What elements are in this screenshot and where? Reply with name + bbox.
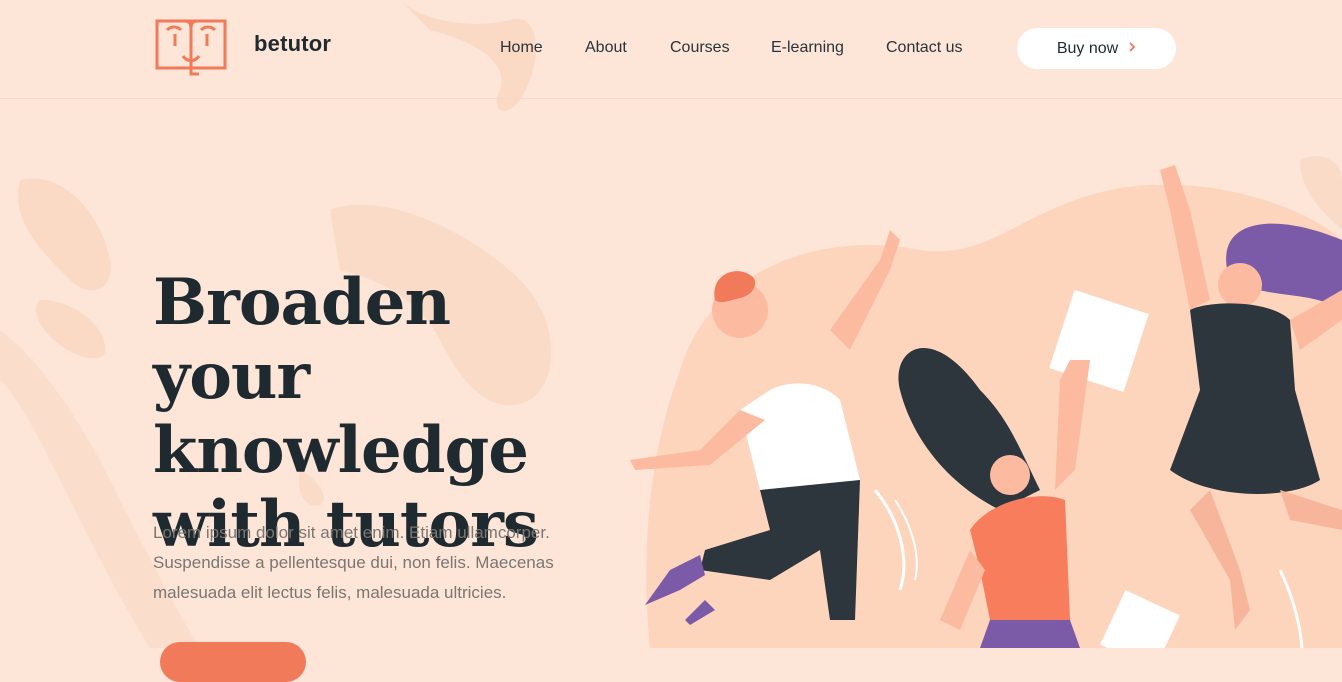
hero-description: Lorem ipsum dolor sit amet enim. Etiam u… bbox=[153, 523, 554, 602]
nav-item-contact-us[interactable]: Contact us bbox=[886, 39, 962, 57]
buy-now-button[interactable]: Buy now bbox=[1017, 28, 1176, 69]
hero-cta-button[interactable] bbox=[160, 642, 306, 682]
brand-name[interactable]: betutor bbox=[254, 31, 331, 57]
students-jumping-illustration bbox=[630, 165, 1342, 648]
buy-now-label: Buy now bbox=[1056, 39, 1119, 57]
nav-item-about[interactable]: About bbox=[585, 39, 627, 57]
book-face-logo-icon[interactable] bbox=[155, 18, 229, 76]
nav-item-home[interactable]: Home bbox=[500, 39, 543, 57]
nav-item-e-learning[interactable]: E-learning bbox=[771, 39, 844, 57]
chevron-right-icon bbox=[1128, 40, 1136, 58]
nav-item-courses[interactable]: Courses bbox=[670, 39, 730, 57]
site-header: betutor Home About Courses E-learning Co… bbox=[0, 0, 1342, 99]
